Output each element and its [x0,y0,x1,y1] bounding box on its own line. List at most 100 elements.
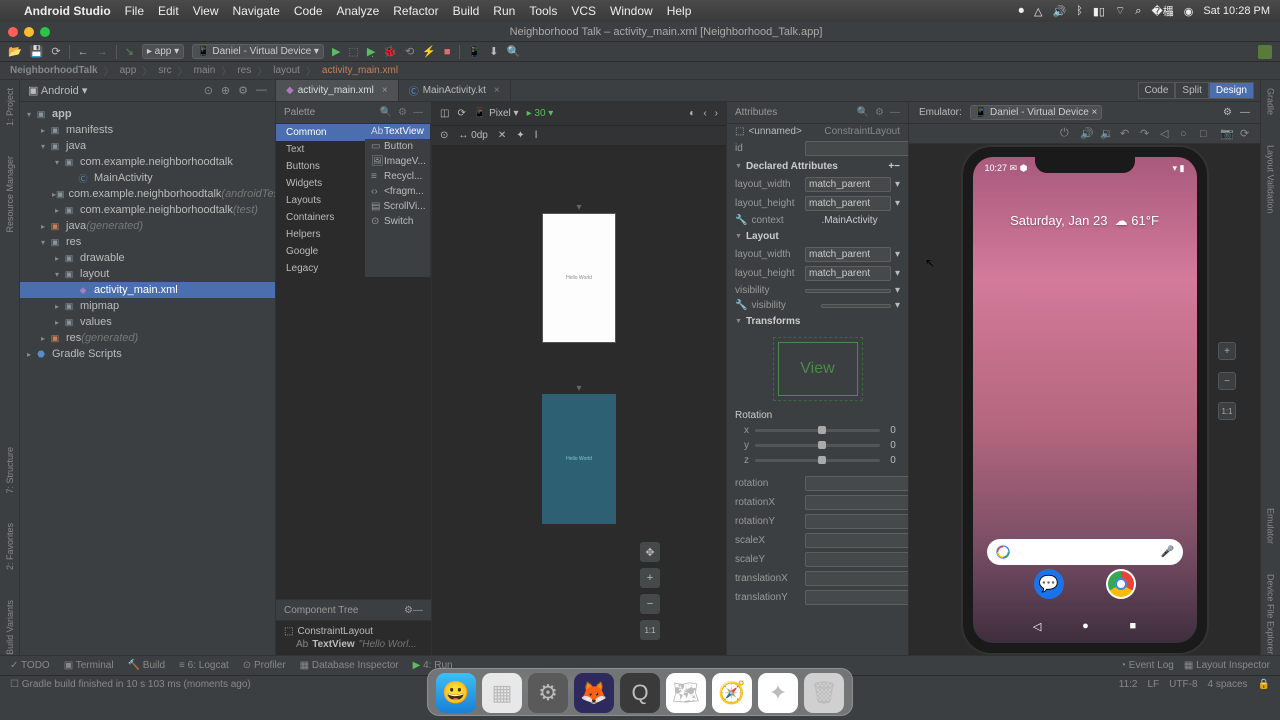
close-window[interactable] [8,27,18,37]
build-tab[interactable]: 🔨 Build [128,660,165,671]
tab-emulator[interactable]: Emulator [1266,508,1276,544]
emu-overview-icon[interactable]: □ [1200,128,1212,140]
forward-icon[interactable]: → [97,46,108,58]
theme-icon[interactable]: ◐ [689,108,695,119]
emulator-device-dropdown[interactable]: 📱 Daniel - Virtual Device × [970,105,1103,120]
tab-main-activity[interactable]: ⒸMainActivity.kt× [399,80,511,101]
infer-icon[interactable]: ✦ [516,130,524,141]
menu-view[interactable]: View [193,4,219,18]
zoom-fit-icon[interactable]: 1:1 [640,620,660,640]
profiler-tab[interactable]: ⊙ Profiler [243,660,286,671]
mic-icon[interactable]: 🎤 [1161,545,1175,558]
project-tree[interactable]: ▾▣app ▸▣manifests ▾▣java ▾▣com.example.n… [20,102,275,366]
attr-height-dropdown[interactable]: match_parent [805,196,891,211]
finder-icon[interactable]: 😀 [436,673,476,713]
viewmode-split[interactable]: Split [1175,82,1208,99]
menu-edit[interactable]: Edit [158,4,179,18]
sync-icon[interactable]: △ [1034,5,1042,18]
design-surface-icon[interactable]: ◫ [440,108,449,119]
emu-rotright-icon[interactable]: ↷ [1140,127,1152,140]
apply-icon[interactable]: ⚡ [422,45,436,58]
bluetooth-icon[interactable]: ᛒ [1076,5,1083,17]
maximize-window[interactable] [40,27,50,37]
menu-code[interactable]: Code [294,4,323,18]
zoom-in-icon[interactable]: + [640,568,660,588]
p-visibility-dropdown[interactable] [821,304,891,308]
project-scope-dropdown[interactable]: ▣ Android ▾ [28,84,87,97]
tab-gradle[interactable]: Gradle [1266,88,1276,115]
siri-icon[interactable]: ◉ [1184,5,1194,18]
memory-indicator[interactable] [1258,45,1272,59]
battery-icon[interactable]: ▮▯ [1093,5,1105,18]
default-margin[interactable]: ↔ 0dp [458,130,487,141]
orientation-icon[interactable]: ⟳ [457,108,465,119]
emu-screenshot-icon[interactable]: 📷 [1220,127,1232,140]
clear-constraints-icon[interactable]: ✕ [498,130,506,141]
minimize-window[interactable] [24,27,34,37]
avd-icon[interactable]: 📱 [468,45,482,58]
nav-overview-icon[interactable]: ■ [1129,620,1136,633]
tab-project[interactable]: 1: Project [5,88,15,126]
layoutinspect-tab[interactable]: ▦ Layout Inspector [1184,660,1270,671]
layout-height-dropdown[interactable]: match_parent [805,266,891,281]
attr-width-dropdown[interactable]: match_parent [805,177,891,192]
quicktime-icon[interactable]: Q [620,673,660,713]
ct-hide-icon[interactable]: — [413,605,423,616]
menu-build[interactable]: Build [453,4,480,18]
profile-icon[interactable]: 🐞 [383,45,397,58]
emu-power-icon[interactable]: ⏻ [1060,127,1072,140]
emu-zoom-in[interactable]: + [1218,342,1236,360]
logcat-tab[interactable]: ≡ 6: Logcat [179,660,229,671]
attr-gear-icon[interactable]: ⚙ [875,107,884,118]
rotation-x-slider[interactable] [755,429,880,432]
record-icon[interactable]: ⏺ [1019,5,1025,18]
device-dropdown[interactable]: 📱 Daniel - Virtual Device ▾ [192,44,324,59]
app-icon-1[interactable]: ✦ [758,673,798,713]
emu-zoom-fit[interactable]: 1:1 [1218,402,1236,420]
todo-tab[interactable]: ✓ TODO [10,660,50,671]
chrome-app-icon[interactable] [1106,569,1136,599]
hide-icon[interactable]: — [256,84,267,97]
attr-search-icon[interactable]: 🔍 [857,107,869,118]
search-icon[interactable]: ⌕ [1135,5,1141,18]
bc-file[interactable]: activity_main.xml [322,65,398,76]
debug-icon[interactable]: ⬚ [348,45,358,58]
palette-hide-icon[interactable]: — [413,107,423,118]
attr-hide-icon[interactable]: — [890,107,900,118]
firefox-icon[interactable]: 🦊 [574,673,614,713]
design-canvas[interactable]: ◫ ⟳ 📱 Pixel ▾ ▸ 30 ▾ ◐ ‹› ⊙ ↔ 0dp ✕ ✦ Ⅰ … [432,102,726,655]
ct-gear-icon[interactable]: ⚙ [404,605,413,616]
rotation-z-slider[interactable] [755,459,880,462]
save-icon[interactable]: 💾 [30,45,44,58]
terminal-tab[interactable]: ▣ Terminal [64,660,114,671]
menu-run[interactable]: Run [493,4,515,18]
palette-gear-icon[interactable]: ⚙ [398,107,407,118]
expand-icon[interactable]: ⊕ [221,84,230,97]
search-everywhere-icon[interactable]: 🔍 [507,45,521,58]
menu-navigate[interactable]: Navigate [232,4,279,18]
api-select[interactable]: ▸ 30 ▾ [527,108,554,119]
palette-search-icon[interactable]: 🔍 [380,107,392,118]
menu-window[interactable]: Window [610,4,653,18]
rotation-y-slider[interactable] [755,444,880,447]
control-center-icon[interactable]: �櫑 [1151,3,1173,19]
dbinspect-tab[interactable]: ▦ Database Inspector [300,660,399,671]
zoom-out-icon[interactable]: − [640,594,660,614]
coverage-icon[interactable]: ▶̣ [367,45,375,58]
emu-voldown-icon[interactable]: 🔉 [1100,127,1112,140]
remove-attr-icon[interactable]: − [894,161,900,172]
build-icon[interactable]: ↘ [125,45,134,58]
menu-analyze[interactable]: Analyze [337,4,380,18]
tab-resource-manager[interactable]: Resource Manager [5,156,15,233]
volume-icon[interactable]: 🔊 [1053,5,1067,18]
bc-main[interactable]: main [194,65,216,76]
emu-volup-icon[interactable]: 🔊 [1080,127,1092,140]
sdk-icon[interactable]: ⬇ [489,45,498,58]
run-config-dropdown[interactable]: ▸ app ▾ [142,44,184,59]
gear-icon[interactable]: ⚙ [238,84,248,97]
bc-app[interactable]: app [120,65,137,76]
tab-layout-validation[interactable]: Layout Validation [1266,145,1276,213]
emu-back-icon[interactable]: ◁ [1160,127,1172,140]
palette-categories[interactable]: Common Text Buttons Widgets Layouts Cont… [276,124,365,277]
bc-project[interactable]: NeighborhoodTalk [10,65,98,76]
